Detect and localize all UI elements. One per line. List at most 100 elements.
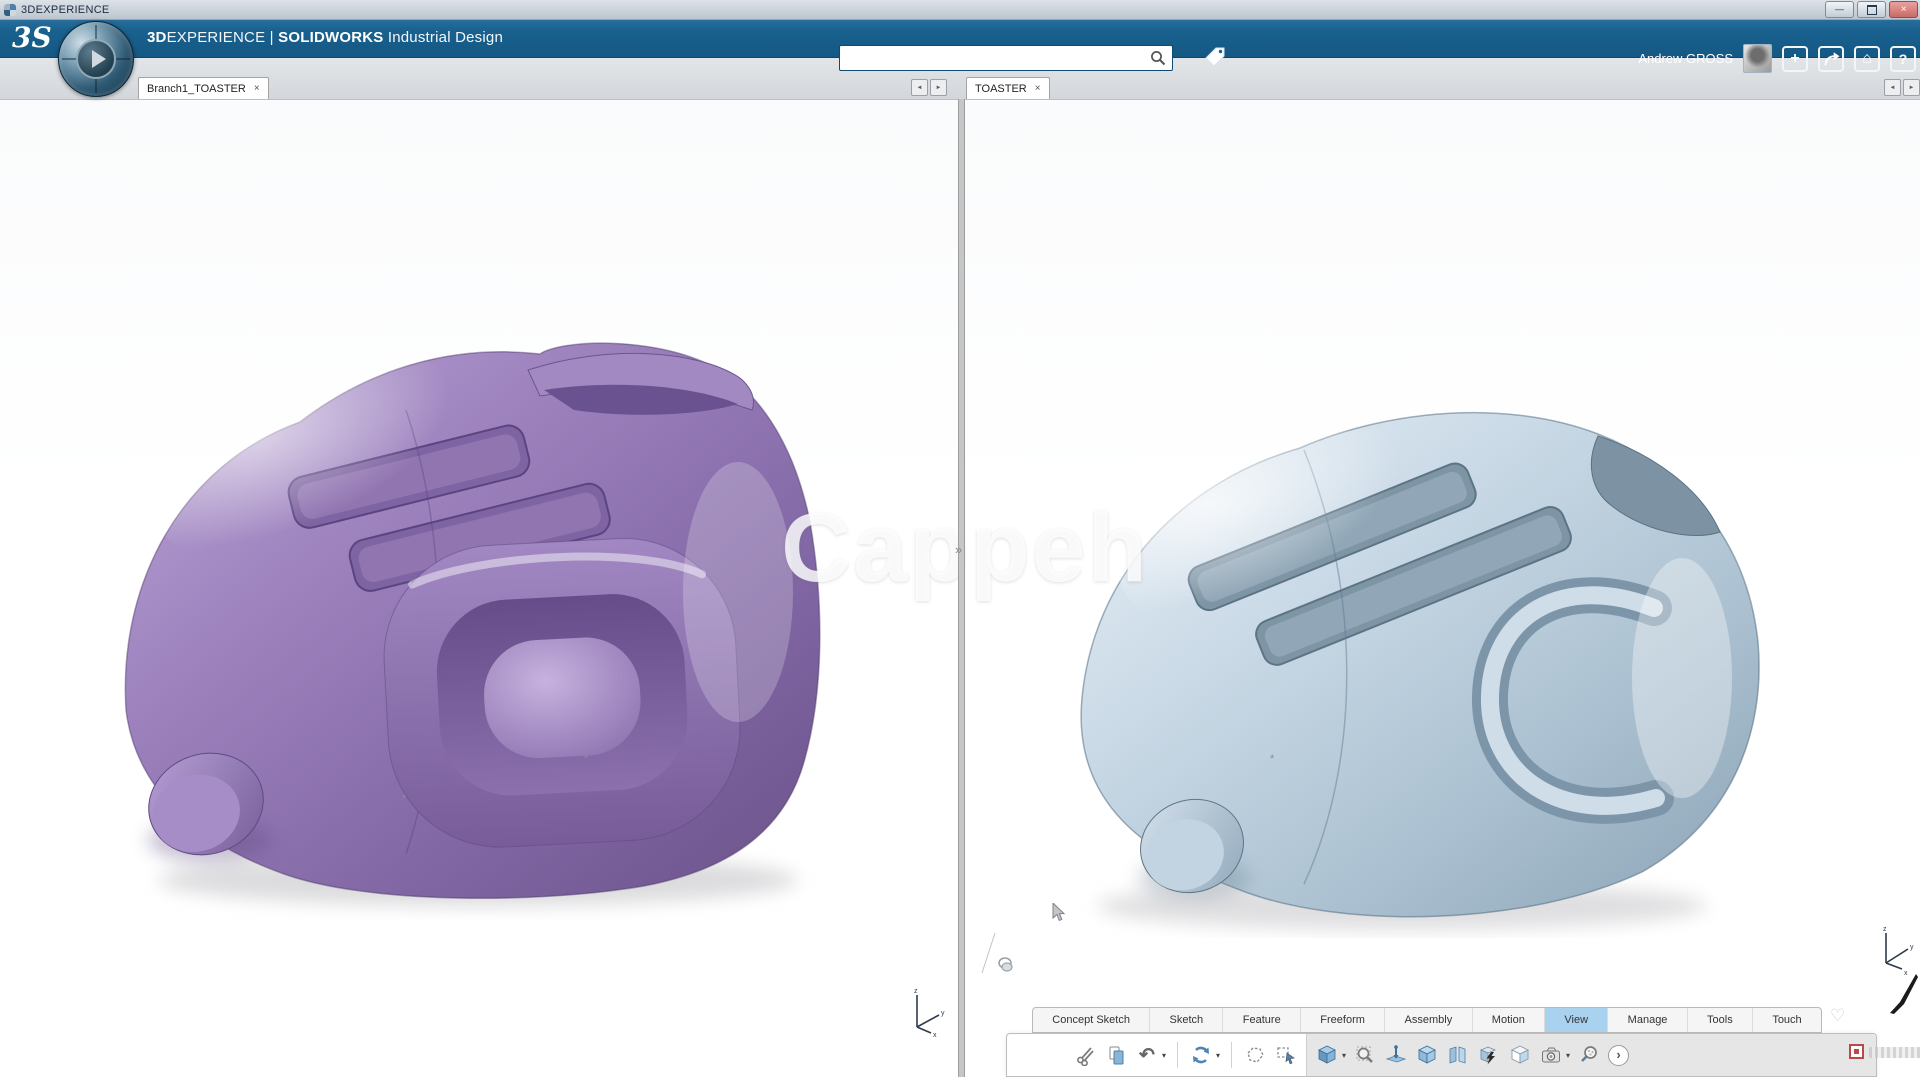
ribbon-tab-tools[interactable]: Tools: [1688, 1008, 1753, 1032]
share-button[interactable]: [1818, 46, 1844, 72]
app-icon: [4, 4, 16, 16]
tab-label: TOASTER: [975, 83, 1027, 95]
minimize-icon: —: [1835, 5, 1844, 14]
ribbon-tab-sketch[interactable]: Sketch: [1150, 1008, 1223, 1032]
compass-hub[interactable]: [76, 39, 116, 79]
window-titlebar[interactable]: 3DEXPERIENCE — ×: [0, 0, 1920, 20]
brand-solidworks: SOLIDWORKS: [278, 29, 383, 46]
application-window: 3DEXPERIENCE — × 3S 3DEXPERIENCE | SOLID…: [0, 0, 1920, 1077]
user-avatar[interactable]: [1743, 44, 1772, 73]
window-controls: — ×: [1825, 1, 1918, 18]
ribbon-tab-motion[interactable]: Motion: [1473, 1008, 1546, 1032]
select-cursor-icon: [1276, 1045, 1297, 1066]
vertex-marker: *: [584, 753, 588, 765]
undo-icon: ↶: [1139, 1046, 1155, 1065]
normal-to-button[interactable]: [1384, 1043, 1408, 1067]
more-tools-button[interactable]: ›: [1608, 1045, 1629, 1066]
lasso-select-button[interactable]: [1243, 1043, 1267, 1067]
zoom-area-icon: [1354, 1044, 1376, 1066]
user-area: Andrew GROSS + ⌂ ?: [1638, 44, 1916, 73]
zoom-button[interactable]: [1577, 1043, 1601, 1067]
app-header: 3S 3DEXPERIENCE | SOLIDWORKS Industrial …: [0, 19, 1920, 58]
tab-scroll-right-button[interactable]: ►: [930, 79, 947, 96]
dropdown-caret-icon[interactable]: ▾: [1216, 1051, 1220, 1060]
home-button[interactable]: ⌂: [1854, 46, 1880, 72]
tab-branch1-toaster[interactable]: Branch1_TOASTER ×: [138, 77, 269, 99]
search-icon[interactable]: [1150, 50, 1166, 66]
stylus-cursor-icon: [1890, 972, 1918, 1014]
dropdown-caret-icon[interactable]: ▾: [1162, 1051, 1166, 1060]
ribbon-tab-assembly[interactable]: Assembly: [1385, 1008, 1472, 1032]
view-tool-group: ▾: [1306, 1034, 1876, 1076]
copy-button[interactable]: [1104, 1043, 1128, 1067]
dropdown-caret-icon[interactable]: ▾: [1566, 1051, 1570, 1060]
restore-icon: [1867, 5, 1877, 15]
ribbon-tab-feature[interactable]: Feature: [1223, 1008, 1301, 1032]
svg-text:y: y: [941, 1010, 945, 1017]
svg-text:z: z: [1883, 926, 1887, 933]
ribbon-tab-manage[interactable]: Manage: [1608, 1008, 1687, 1032]
camera-icon: [1540, 1044, 1562, 1066]
compass-widget[interactable]: [58, 21, 134, 97]
update-button[interactable]: [1189, 1043, 1213, 1067]
cut-button[interactable]: [1073, 1043, 1097, 1067]
ribbon-tab-touch[interactable]: Touch: [1753, 1008, 1821, 1032]
scissors-icon: [1075, 1045, 1096, 1066]
panel-divider[interactable]: »: [958, 99, 965, 1077]
plus-icon: +: [1790, 50, 1799, 68]
tab-toaster[interactable]: TOASTER ×: [966, 77, 1050, 99]
ribbon-tab-view[interactable]: View: [1545, 1008, 1608, 1032]
tab-scroll-left-button[interactable]: ◄: [911, 79, 928, 96]
tab-scroll-right-button[interactable]: ►: [1903, 79, 1920, 96]
app-brand-title: 3DEXPERIENCE | SOLIDWORKS Industrial Des…: [147, 19, 503, 57]
left-tab-pager: ◄ ►: [911, 79, 947, 96]
ribbon-tab-concept-sketch[interactable]: Concept Sketch: [1033, 1008, 1150, 1032]
tab-close-icon[interactable]: ×: [1035, 84, 1041, 94]
tab-scroll-left-button[interactable]: ◄: [1884, 79, 1901, 96]
wireframe-view-button[interactable]: [1508, 1043, 1532, 1067]
restore-button[interactable]: [1857, 1, 1886, 18]
right-tab-pager: ◄ ►: [1884, 79, 1920, 96]
dropdown-caret-icon[interactable]: ▾: [1342, 1051, 1346, 1060]
close-button[interactable]: ×: [1889, 1, 1918, 18]
robot-gizmo-icon: [997, 957, 1014, 972]
favorite-heart-icon[interactable]: ♡: [1830, 1006, 1845, 1026]
user-name[interactable]: Andrew GROSS: [1638, 51, 1733, 66]
section-view-icon: [1478, 1044, 1500, 1066]
vertex-marker: *: [402, 793, 406, 805]
svg-text:z: z: [914, 988, 918, 995]
search-box[interactable]: [839, 45, 1173, 71]
ribbon-tab-freeform[interactable]: Freeform: [1301, 1008, 1385, 1032]
zoom-area-button[interactable]: [1353, 1043, 1377, 1067]
tab-close-icon[interactable]: ×: [254, 84, 260, 94]
divider-collapse-icon[interactable]: »: [955, 542, 962, 557]
toolbar-separator: [1231, 1042, 1232, 1068]
left-viewport[interactable]: * * z y x: [0, 99, 958, 1077]
play-icon: [92, 50, 106, 68]
wireframe-cube-icon: [1509, 1044, 1531, 1066]
purple-toaster-model[interactable]: [88, 292, 860, 920]
blue-toaster-model[interactable]: [1042, 378, 1790, 938]
brand-industrial-design: Industrial Design: [388, 29, 503, 46]
brand-3d: 3D: [147, 29, 167, 46]
mouse-cursor: [1052, 903, 1067, 924]
minimize-button[interactable]: —: [1825, 1, 1854, 18]
shaded-view-button[interactable]: [1315, 1043, 1339, 1067]
normal-to-icon: [1385, 1044, 1407, 1066]
capture-button[interactable]: [1539, 1043, 1563, 1067]
recorder-watermark-icon: [1849, 1044, 1864, 1059]
brand-pipe: |: [270, 29, 274, 46]
undo-button[interactable]: ↶: [1135, 1043, 1159, 1067]
search-input[interactable]: [846, 47, 1144, 69]
help-button[interactable]: ?: [1890, 46, 1916, 72]
box-select-button[interactable]: [1274, 1043, 1298, 1067]
section-view-button[interactable]: [1477, 1043, 1501, 1067]
svg-text:x: x: [933, 1032, 937, 1037]
iso-view-button[interactable]: [1415, 1043, 1439, 1067]
add-button[interactable]: +: [1782, 46, 1808, 72]
toolbar-separator: [1177, 1042, 1178, 1068]
right-viewport[interactable]: *: [965, 99, 1920, 1077]
ribbon-tab-bar: Concept Sketch Sketch Feature Freeform A…: [1032, 1007, 1822, 1033]
multi-view-button[interactable]: [1446, 1043, 1470, 1067]
tag-button[interactable]: [1202, 45, 1228, 69]
